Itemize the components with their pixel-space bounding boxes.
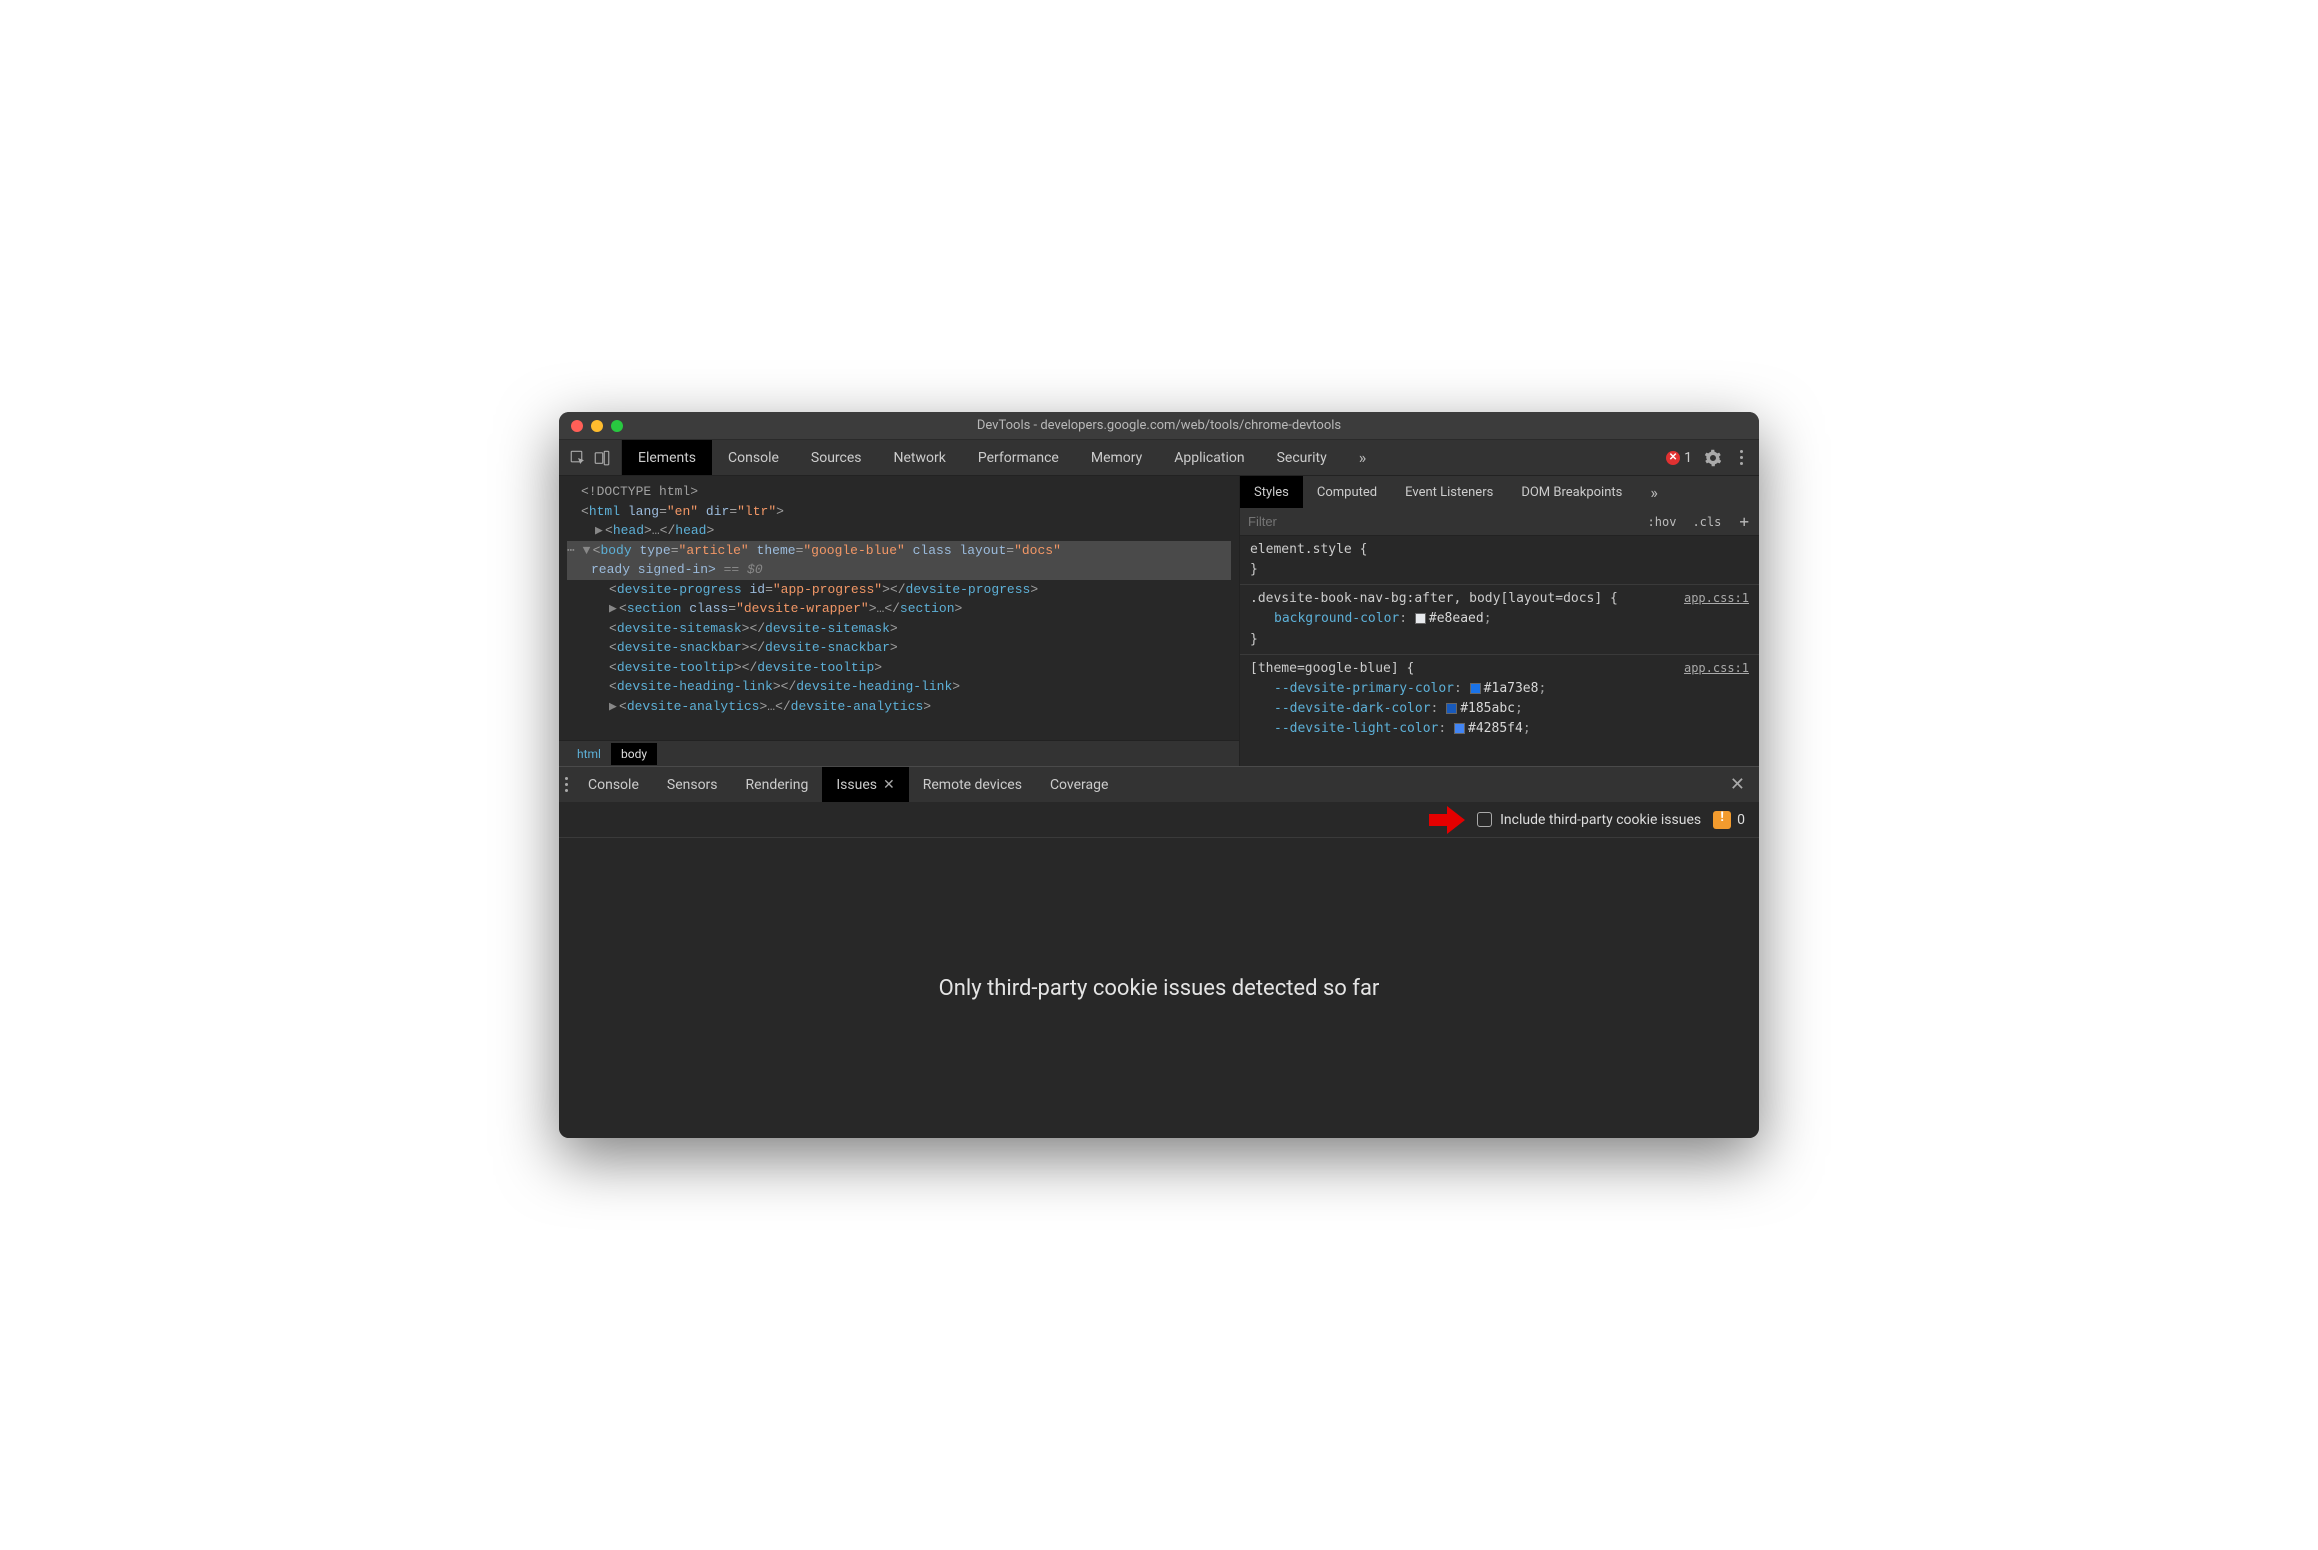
breadcrumb-html[interactable]: html — [567, 743, 611, 765]
drawer-tab-coverage[interactable]: Coverage — [1036, 767, 1122, 802]
source-link[interactable]: app.css:1 — [1684, 589, 1749, 608]
styles-tab-event-listeners[interactable]: Event Listeners — [1391, 476, 1507, 508]
tab-network[interactable]: Network — [878, 440, 962, 475]
breadcrumb-body[interactable]: body — [611, 743, 657, 765]
annotation-arrow-icon — [1429, 808, 1465, 832]
new-style-rule-button[interactable]: + — [1729, 512, 1759, 531]
drawer-close-button[interactable]: ✕ — [1716, 774, 1759, 795]
main-toolbar: Elements Console Sources Network Perform… — [559, 440, 1759, 476]
drawer-tab-console[interactable]: Console — [574, 767, 653, 802]
checkbox-label: Include third-party cookie issues — [1500, 812, 1701, 828]
drawer: Console Sensors Rendering Issues✕ Remote… — [559, 766, 1759, 1138]
minimize-window-button[interactable] — [591, 420, 603, 432]
close-window-button[interactable] — [571, 420, 583, 432]
breadcrumb: html body — [559, 740, 1239, 766]
include-third-party-checkbox[interactable]: Include third-party cookie issues — [1477, 812, 1701, 828]
window-title: DevTools - developers.google.com/web/too… — [559, 418, 1759, 433]
error-count-value: 1 — [1684, 450, 1692, 466]
tabs-overflow-button[interactable]: » — [1343, 440, 1380, 475]
error-count[interactable]: ✕ 1 — [1666, 450, 1692, 466]
styles-tab-dom-breakpoints[interactable]: DOM Breakpoints — [1507, 476, 1636, 508]
devtools-window: DevTools - developers.google.com/web/too… — [559, 412, 1759, 1138]
source-link[interactable]: app.css:1 — [1684, 659, 1749, 678]
checkbox-icon — [1477, 812, 1492, 827]
color-swatch-icon[interactable] — [1415, 613, 1426, 624]
tab-console[interactable]: Console — [712, 440, 795, 475]
tab-elements[interactable]: Elements — [622, 440, 712, 475]
tab-security[interactable]: Security — [1261, 440, 1343, 475]
styles-tabs: Styles Computed Event Listeners DOM Brea… — [1240, 476, 1759, 508]
hov-toggle[interactable]: :hov — [1640, 515, 1685, 529]
issues-count-value: 0 — [1737, 812, 1745, 828]
dom-selected-node[interactable]: ⋯ ▼<body type="article" theme="google-bl… — [567, 541, 1231, 580]
styles-tab-computed[interactable]: Computed — [1303, 476, 1391, 508]
traffic-lights — [559, 420, 623, 432]
drawer-tab-sensors[interactable]: Sensors — [653, 767, 732, 802]
maximize-window-button[interactable] — [611, 420, 623, 432]
elements-panel: <!DOCTYPE html> <html lang="en" dir="ltr… — [559, 476, 1239, 766]
drawer-menu-icon[interactable] — [559, 777, 574, 792]
panels-row: <!DOCTYPE html> <html lang="en" dir="ltr… — [559, 476, 1759, 766]
tab-memory[interactable]: Memory — [1075, 440, 1158, 475]
tab-application[interactable]: Application — [1158, 440, 1260, 475]
warning-icon — [1713, 811, 1731, 829]
device-toolbar-icon[interactable] — [593, 449, 611, 467]
issues-count[interactable]: 0 — [1713, 811, 1745, 829]
issues-toolbar: Include third-party cookie issues 0 — [559, 802, 1759, 838]
tab-performance[interactable]: Performance — [962, 440, 1075, 475]
close-tab-icon[interactable]: ✕ — [883, 777, 895, 793]
styles-filter-input[interactable] — [1240, 514, 1640, 529]
dom-tree[interactable]: <!DOCTYPE html> <html lang="en" dir="ltr… — [559, 476, 1239, 740]
issues-message: Only third-party cookie issues detected … — [939, 976, 1380, 1001]
inspect-element-icon[interactable] — [569, 449, 587, 467]
drawer-tab-remote-devices[interactable]: Remote devices — [909, 767, 1036, 802]
issues-body: Only third-party cookie issues detected … — [559, 838, 1759, 1138]
titlebar: DevTools - developers.google.com/web/too… — [559, 412, 1759, 440]
settings-icon[interactable] — [1704, 449, 1722, 467]
drawer-tabs: Console Sensors Rendering Issues✕ Remote… — [559, 766, 1759, 802]
color-swatch-icon[interactable] — [1470, 683, 1481, 694]
main-tabs: Elements Console Sources Network Perform… — [622, 440, 1666, 475]
styles-tab-styles[interactable]: Styles — [1240, 476, 1303, 508]
color-swatch-icon[interactable] — [1446, 703, 1457, 714]
drawer-tab-rendering[interactable]: Rendering — [732, 767, 823, 802]
styles-rules[interactable]: element.style { } app.css:1 .devsite-boo… — [1240, 536, 1759, 766]
styles-panel: Styles Computed Event Listeners DOM Brea… — [1239, 476, 1759, 766]
error-icon: ✕ — [1666, 451, 1680, 465]
tab-sources[interactable]: Sources — [795, 440, 878, 475]
drawer-tab-issues[interactable]: Issues✕ — [822, 767, 908, 802]
cls-toggle[interactable]: .cls — [1684, 515, 1729, 529]
styles-tabs-overflow[interactable]: » — [1636, 476, 1669, 508]
color-swatch-icon[interactable] — [1454, 723, 1465, 734]
styles-toolbar: :hov .cls + — [1240, 508, 1759, 536]
more-options-icon[interactable] — [1734, 450, 1749, 465]
